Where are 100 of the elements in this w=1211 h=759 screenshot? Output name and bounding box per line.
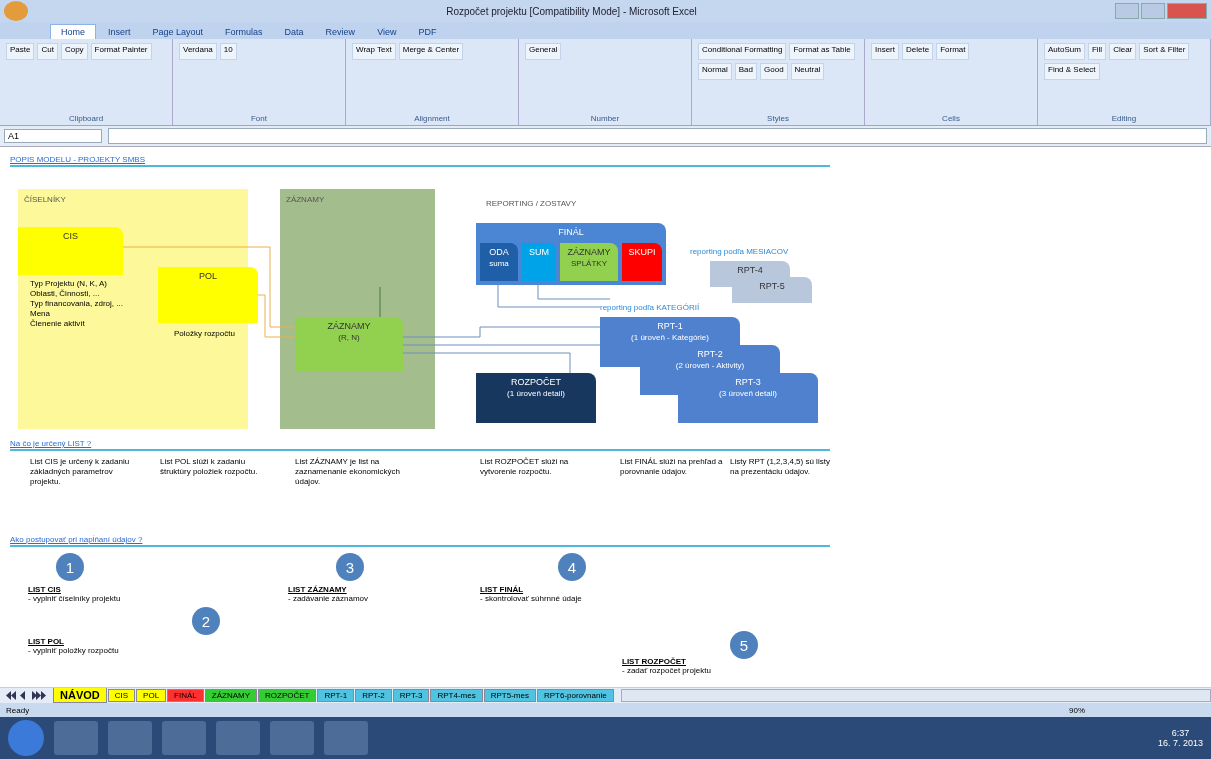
horizontal-scrollbar[interactable] bbox=[620, 689, 1211, 702]
ribbon-control[interactable]: Clear bbox=[1109, 43, 1137, 60]
step-text: - zadať rozpočet projektu bbox=[622, 666, 711, 675]
group-label: Alignment bbox=[413, 114, 451, 123]
ribbon-control[interactable]: Verdana bbox=[179, 43, 217, 60]
ribbon-tab[interactable]: Review bbox=[315, 25, 366, 39]
group-label: Font bbox=[250, 114, 268, 123]
step-heading: LIST ZÁZNAMY bbox=[288, 585, 348, 594]
ribbon-control[interactable]: Cut bbox=[37, 43, 58, 60]
group-label: Cells bbox=[941, 114, 961, 123]
step-number: 4 bbox=[558, 553, 586, 581]
sheet-tab[interactable]: CIS bbox=[107, 689, 136, 702]
sheet-tab[interactable]: RPT4-mes bbox=[430, 689, 483, 702]
ribbon-tab[interactable]: Page Layout bbox=[142, 25, 214, 39]
description-text: List ROZPOČET slúži na vytvorenie rozpočtu. bbox=[480, 457, 570, 477]
step-heading: LIST POL bbox=[28, 637, 65, 646]
ribbon-control[interactable]: General bbox=[525, 43, 562, 60]
connector-line bbox=[379, 286, 381, 318]
ribbon-control[interactable]: Paste bbox=[6, 43, 35, 60]
sheet-tab[interactable]: NÁVOD bbox=[53, 688, 107, 703]
sheet-tab[interactable]: ROZPOČET bbox=[258, 689, 317, 702]
start-button[interactable] bbox=[8, 720, 44, 756]
clock-time: 6:37 bbox=[1171, 728, 1190, 738]
ribbon-tab[interactable]: Insert bbox=[98, 25, 141, 39]
panel-label: ČÍSELNÍKY bbox=[24, 195, 66, 204]
close-icon[interactable] bbox=[1167, 3, 1207, 19]
taskbar-app-icon[interactable] bbox=[216, 721, 260, 755]
sheet-navigation-icon[interactable] bbox=[6, 691, 46, 700]
description-text: List FINÁL slúži na prehľad a porovnanie údajov. bbox=[620, 457, 724, 477]
ribbon-control[interactable]: Find & Select bbox=[1044, 63, 1100, 80]
step-number: 2 bbox=[192, 607, 220, 635]
ribbon-control[interactable]: Format as Table bbox=[789, 43, 855, 60]
diagram-box: CIS bbox=[18, 227, 123, 275]
list-item: Oblasti, Činnosti, ... bbox=[30, 289, 100, 299]
diagram-box: ODA suma bbox=[480, 243, 518, 281]
taskbar-app-icon[interactable] bbox=[54, 721, 98, 755]
ribbon-control[interactable]: Good bbox=[760, 63, 788, 80]
window-title: Rozpočet projektu [Compatibility Mode] - Microsoft Excel bbox=[445, 5, 698, 17]
ribbon-control[interactable]: Copy bbox=[60, 43, 88, 60]
group-label: Clipboard bbox=[67, 114, 105, 123]
ribbon-control[interactable]: Conditional Formatting bbox=[698, 43, 787, 60]
diagram-box: ZÁZNAMY SPLÁTKY bbox=[560, 243, 618, 281]
taskbar-app-icon[interactable] bbox=[270, 721, 314, 755]
caption: reporting podľa MESIACOV bbox=[690, 247, 789, 256]
list-item: Typ financovania, zdroj, ... bbox=[30, 299, 123, 309]
sheet-tab[interactable]: RPT-1 bbox=[317, 689, 355, 702]
ribbon-control[interactable]: Wrap Text bbox=[352, 43, 396, 60]
step-heading: LIST CIS bbox=[28, 585, 62, 594]
description-text: List CIS je určený k zadaniu základných parametrov projektu. bbox=[30, 457, 131, 487]
status-text: Ready bbox=[6, 705, 30, 715]
ribbon-control[interactable]: Format Painter bbox=[90, 43, 152, 60]
group-label: Number bbox=[589, 114, 621, 123]
ribbon-control[interactable]: 10 bbox=[219, 43, 237, 60]
ribbon-tab[interactable]: PDF bbox=[408, 25, 447, 39]
maximize-icon[interactable] bbox=[1141, 3, 1165, 19]
ribbon-tab[interactable]: View bbox=[367, 25, 407, 39]
diagram-box: SUM bbox=[522, 243, 556, 281]
taskbar-app-icon[interactable] bbox=[324, 721, 368, 755]
step-heading: LIST ROZPOČET bbox=[622, 657, 687, 666]
sheet-tab[interactable]: RPT-3 bbox=[392, 689, 430, 702]
sheet-tab[interactable]: RPT6-porovnanie bbox=[536, 689, 614, 702]
ribbon-control[interactable]: Normal bbox=[698, 63, 732, 80]
panel-label: REPORTING / ZOSTAVY bbox=[486, 199, 577, 208]
sheet-tab[interactable]: ZÁZNAMY bbox=[204, 689, 257, 702]
sheet-tab[interactable]: RPT5-mes bbox=[483, 689, 536, 702]
step-number: 5 bbox=[730, 631, 758, 659]
step-number: 3 bbox=[336, 553, 364, 581]
sheet-title: POPIS MODELU - PROJEKTY SMBS bbox=[10, 155, 145, 164]
diagram-box: RPT-5 bbox=[732, 277, 812, 303]
sheet-tab[interactable]: POL bbox=[136, 689, 167, 702]
step-text: - vyplniť položky rozpočtu bbox=[28, 646, 119, 655]
ribbon-tab[interactable]: Formulas bbox=[215, 25, 273, 39]
taskbar-app-icon[interactable] bbox=[108, 721, 152, 755]
sheet-tab[interactable]: FINÁL bbox=[167, 689, 204, 702]
office-button[interactable] bbox=[4, 1, 28, 21]
ribbon-control[interactable]: Fill bbox=[1087, 43, 1107, 60]
formula-field[interactable] bbox=[108, 128, 1207, 144]
taskbar-app-icon[interactable] bbox=[162, 721, 206, 755]
minimize-icon[interactable] bbox=[1115, 3, 1139, 19]
sheet-tab[interactable]: RPT-2 bbox=[355, 689, 392, 702]
list-item: Položky rozpočtu bbox=[174, 329, 235, 339]
list-item: Mena bbox=[30, 309, 51, 319]
description-text: List POL slúži k zadaniu štruktúry položiek rozpočtu. bbox=[160, 457, 259, 477]
diagram-box: RPT-3 (3 úroveň detail) bbox=[678, 373, 818, 423]
description-text: List ZÁZNAMY je list na zaznamenanie ekonomických údajov. bbox=[295, 457, 401, 487]
diagram-box: POL bbox=[158, 267, 258, 323]
ribbon-control[interactable]: Neutral bbox=[790, 63, 825, 80]
ribbon-control[interactable]: Sort & Filter bbox=[1139, 43, 1190, 60]
ribbon-control[interactable]: Delete bbox=[902, 43, 934, 60]
ribbon-control[interactable]: Format bbox=[936, 43, 970, 60]
ribbon-control[interactable]: Merge & Center bbox=[398, 43, 464, 60]
ribbon-tab[interactable]: Data bbox=[274, 25, 314, 39]
ribbon-control[interactable]: Insert bbox=[871, 43, 899, 60]
ribbon-control[interactable]: AutoSum bbox=[1044, 43, 1085, 60]
zoom-level[interactable]: 90% bbox=[1069, 705, 1085, 715]
panel-label: ZÁZNAMY bbox=[286, 195, 325, 204]
ribbon-control[interactable]: Bad bbox=[734, 63, 757, 80]
name-box[interactable]: A1 bbox=[4, 129, 102, 143]
diagram-box: ROZPOČET (1 úroveň detail) bbox=[476, 373, 596, 423]
ribbon-tab[interactable]: Home bbox=[50, 24, 96, 39]
